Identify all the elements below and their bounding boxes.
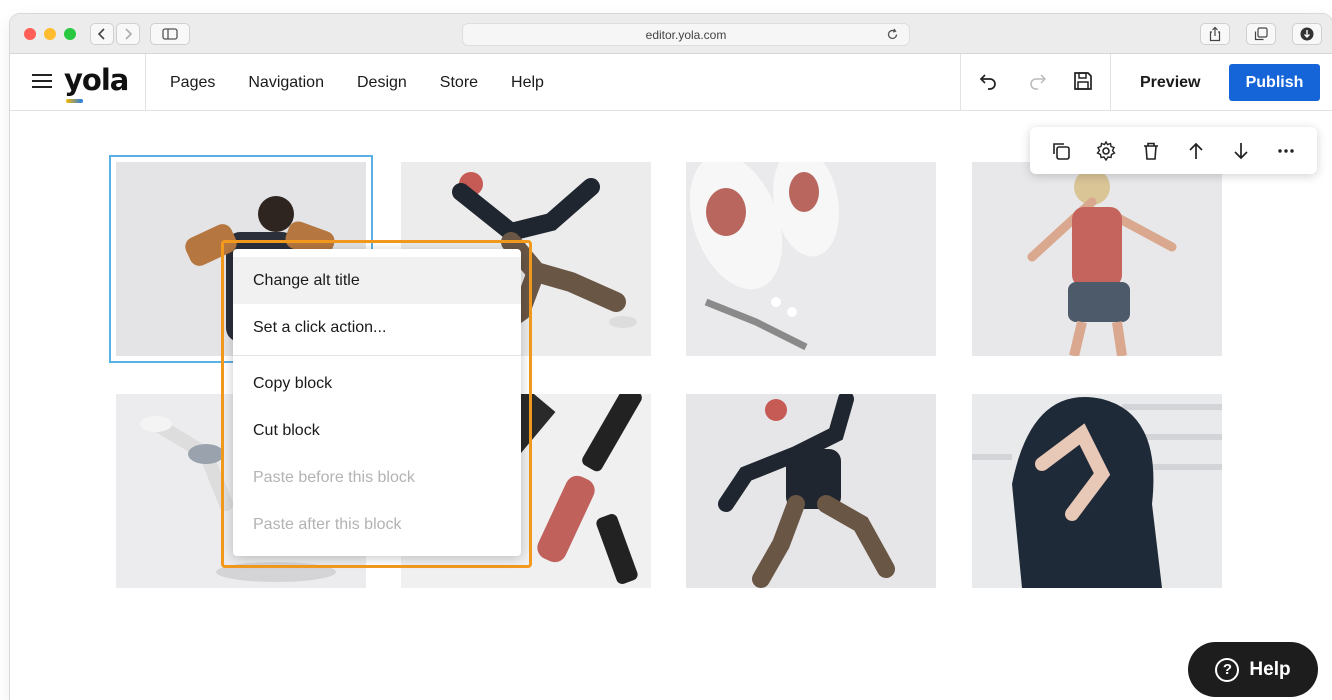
downloads-button[interactable] bbox=[1292, 23, 1322, 45]
editor-header: yola Pages Navigation Design Store Help … bbox=[10, 54, 1332, 111]
address-bar[interactable]: editor.yola.com bbox=[462, 23, 910, 46]
share-button[interactable] bbox=[1200, 23, 1230, 45]
publish-button[interactable]: Publish bbox=[1229, 64, 1320, 101]
tabs-overview-button[interactable] bbox=[1246, 23, 1276, 45]
chevron-left-icon bbox=[97, 28, 105, 40]
reload-icon[interactable] bbox=[886, 28, 899, 44]
minimize-window-button[interactable] bbox=[44, 28, 56, 40]
undo-icon[interactable] bbox=[978, 70, 1000, 97]
gallery-image[interactable] bbox=[972, 394, 1222, 588]
dancer-photo bbox=[972, 162, 1222, 356]
nav-pages[interactable]: Pages bbox=[170, 74, 215, 92]
preview-button[interactable]: Preview bbox=[1140, 74, 1200, 92]
menu-item-paste-after: Paste after this block bbox=[253, 515, 402, 533]
sidebar-icon bbox=[162, 28, 178, 40]
gallery-image[interactable] bbox=[686, 162, 936, 356]
help-label: Help bbox=[1249, 658, 1291, 680]
logo-accent bbox=[66, 99, 83, 103]
header-divider bbox=[145, 54, 146, 111]
forward-button[interactable] bbox=[116, 23, 140, 45]
browser-window: editor.yola.com yola Pages Navigation De… bbox=[10, 14, 1332, 700]
settings-gear-icon[interactable] bbox=[1093, 138, 1119, 164]
duplicate-icon[interactable] bbox=[1048, 138, 1074, 164]
header-divider bbox=[1110, 54, 1111, 111]
address-url: editor.yola.com bbox=[645, 27, 727, 42]
move-up-arrow-icon[interactable] bbox=[1183, 138, 1209, 164]
help-button[interactable]: ? Help bbox=[1188, 642, 1318, 697]
trash-icon[interactable] bbox=[1138, 138, 1164, 164]
menu-item-set-click-action[interactable]: Set a click action... bbox=[233, 304, 521, 351]
back-button[interactable] bbox=[90, 23, 114, 45]
save-icon[interactable] bbox=[1072, 70, 1094, 97]
menu-item-change-alt-title[interactable]: Change alt title bbox=[233, 257, 521, 304]
zoom-window-button[interactable] bbox=[64, 28, 76, 40]
close-window-button[interactable] bbox=[24, 28, 36, 40]
more-options-icon[interactable] bbox=[1273, 138, 1299, 164]
question-icon: ? bbox=[1215, 657, 1240, 682]
redo-icon[interactable] bbox=[1026, 70, 1048, 97]
sneakers-photo bbox=[686, 162, 936, 356]
menu-item-cut-block[interactable]: Cut block bbox=[233, 407, 521, 454]
sidebar-toggle-button[interactable] bbox=[150, 23, 190, 45]
gallery-image[interactable] bbox=[972, 162, 1222, 356]
menu-item-copy-block[interactable]: Copy block bbox=[233, 360, 521, 407]
nav-navigation[interactable]: Navigation bbox=[248, 74, 324, 92]
nav-design[interactable]: Design bbox=[357, 74, 407, 92]
browser-titlebar: editor.yola.com bbox=[10, 14, 1332, 54]
yola-logo[interactable]: yola bbox=[64, 63, 129, 97]
chevron-right-icon bbox=[125, 28, 133, 40]
menu-item-paste-before: Paste before this block bbox=[253, 468, 415, 486]
block-toolbar bbox=[1030, 127, 1317, 174]
nav-store[interactable]: Store bbox=[440, 74, 478, 92]
nav-help[interactable]: Help bbox=[511, 74, 544, 92]
gallery-image[interactable] bbox=[686, 394, 936, 588]
download-icon bbox=[1300, 27, 1314, 41]
hoodie-photo bbox=[972, 394, 1222, 588]
menu-icon[interactable] bbox=[32, 73, 52, 94]
move-down-arrow-icon[interactable] bbox=[1228, 138, 1254, 164]
tabs-icon bbox=[1254, 27, 1268, 41]
header-divider bbox=[960, 54, 961, 111]
context-menu: Change alt title Set a click action... C… bbox=[233, 249, 521, 556]
editor-canvas: Change alt title Set a click action... C… bbox=[10, 112, 1332, 700]
menu-separator bbox=[233, 355, 521, 356]
main-nav: Pages Navigation Design Store Help bbox=[170, 54, 577, 111]
share-icon bbox=[1209, 26, 1221, 42]
dancer-photo bbox=[686, 394, 936, 588]
